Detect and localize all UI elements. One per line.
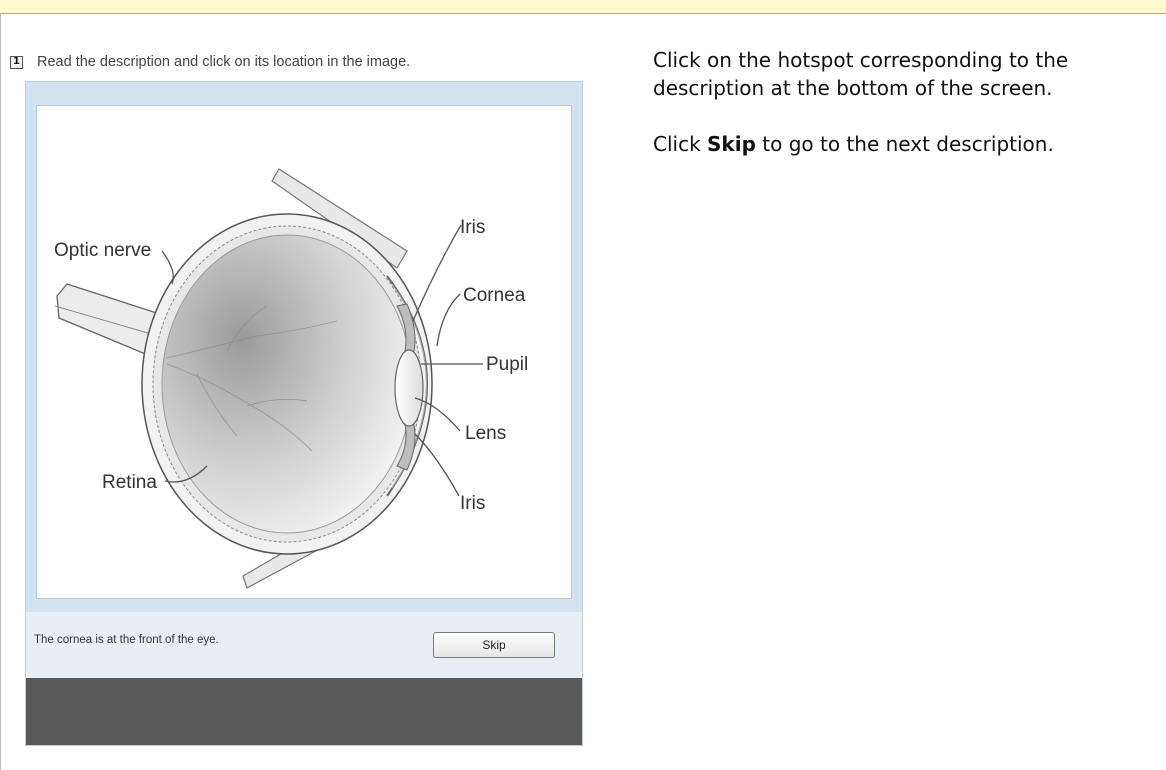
label-optic-nerve: Optic nerve [54,240,151,261]
help-text-2-prefix: Click [653,132,708,156]
label-iris-bottom: Iris [460,493,485,514]
hotspot-widget: Optic nerve Iris Cornea Pupil Lens Retin… [25,81,583,746]
description-text: The cornea is at the front of the eye. [34,634,219,646]
help-text-1: Click on the hotspot corresponding to th… [653,48,1069,100]
help-text-2-skip: Skip [707,132,756,156]
hotspot-image[interactable]: Optic nerve Iris Cornea Pupil Lens Retin… [36,105,572,599]
help-panel: Click on the hotspot corresponding to th… [653,46,1153,158]
label-iris-top: Iris [460,217,485,238]
label-lens: Lens [465,423,506,444]
footer-dark-bar [26,678,582,745]
window-frame-left [0,0,1,770]
instruction-icon: 1 [10,55,23,69]
help-text-2-suffix: to go to the next description. [755,132,1054,156]
question-footer: The cornea is at the front of the eye. S… [26,612,582,678]
help-text-2: Click Skip to go to the next description… [653,130,1153,158]
instruction-text: Read the description and click on its lo… [37,54,411,70]
top-bar [0,0,1166,14]
skip-button[interactable]: Skip [433,632,555,658]
lens [394,349,424,427]
label-pupil: Pupil [486,354,528,375]
instruction-row: 1 Read the description and click on its … [10,52,410,72]
retina [161,234,413,534]
label-cornea: Cornea [463,285,526,306]
eye-diagram[interactable]: Optic nerve Iris Cornea Pupil Lens Retin… [37,106,571,598]
label-retina: Retina [102,472,157,493]
